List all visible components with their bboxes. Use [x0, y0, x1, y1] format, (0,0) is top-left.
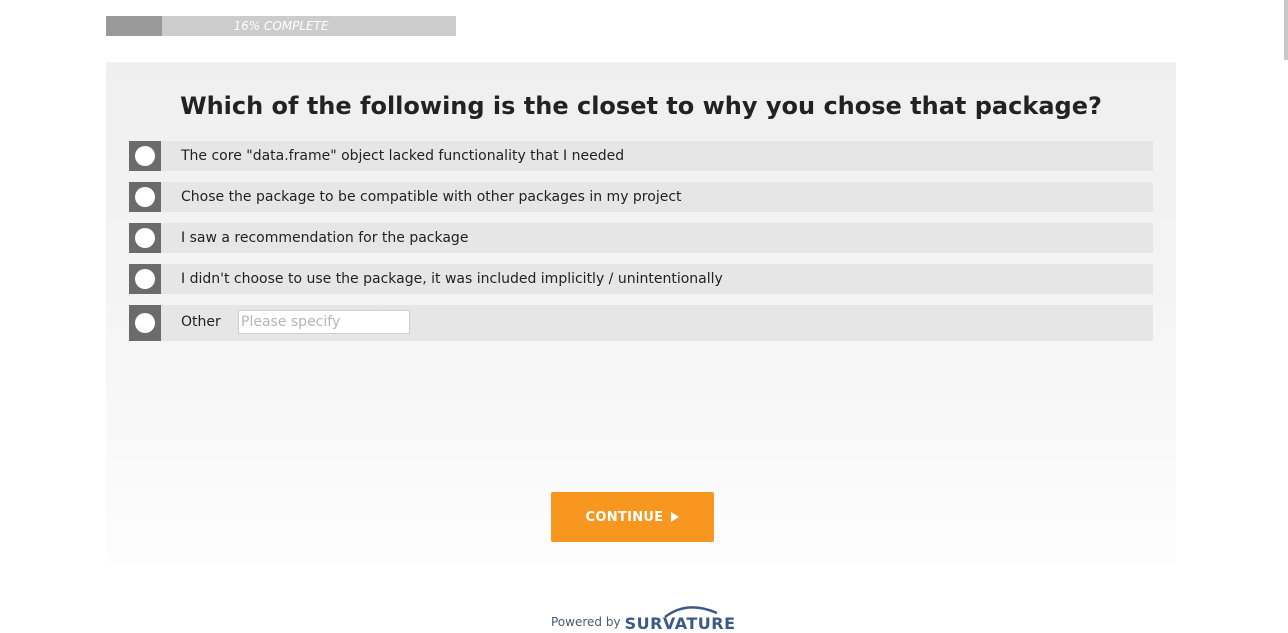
- option-label: Chose the package to be compatible with …: [181, 189, 682, 205]
- radio-circle-icon[interactable]: [135, 187, 155, 207]
- option-other[interactable]: Other: [129, 305, 1153, 341]
- logo-text: SURVATURE: [624, 614, 736, 633]
- radio-circle-icon[interactable]: [135, 228, 155, 248]
- option-label: I didn't choose to use the package, it w…: [181, 271, 723, 287]
- other-specify-input[interactable]: [238, 310, 410, 334]
- radio-box[interactable]: [129, 264, 161, 294]
- radio-circle-icon[interactable]: [135, 313, 155, 333]
- progress-bar: 16% COMPLETE: [106, 16, 456, 36]
- radio-box[interactable]: [129, 305, 161, 341]
- progress-label: 16% COMPLETE: [233, 19, 329, 33]
- continue-button[interactable]: CONTINUE: [551, 492, 714, 542]
- footer: Powered by SURVATURE: [551, 604, 737, 632]
- option-label: Other: [181, 314, 221, 330]
- continue-label: CONTINUE: [585, 509, 664, 525]
- option-compatible-packages[interactable]: Chose the package to be compatible with …: [129, 182, 1153, 212]
- radio-box[interactable]: [129, 182, 161, 212]
- question-title: Which of the following is the closet to …: [180, 92, 1102, 120]
- radio-circle-icon[interactable]: [135, 146, 155, 166]
- radio-circle-icon[interactable]: [135, 269, 155, 289]
- scrollbar[interactable]: [1284, 0, 1288, 60]
- radio-box[interactable]: [129, 141, 161, 171]
- question-card: Which of the following is the closet to …: [106, 62, 1176, 562]
- option-core-data-frame[interactable]: The core "data.frame" object lacked func…: [129, 141, 1153, 171]
- option-label: I saw a recommendation for the package: [181, 230, 469, 246]
- powered-by-text: Powered by: [551, 615, 621, 629]
- radio-box[interactable]: [129, 223, 161, 253]
- option-recommendation[interactable]: I saw a recommendation for the package: [129, 223, 1153, 253]
- option-label: The core "data.frame" object lacked func…: [181, 148, 625, 164]
- play-icon: [671, 512, 680, 522]
- survature-logo: SURVATURE: [625, 604, 737, 632]
- option-included-implicitly[interactable]: I didn't choose to use the package, it w…: [129, 264, 1153, 294]
